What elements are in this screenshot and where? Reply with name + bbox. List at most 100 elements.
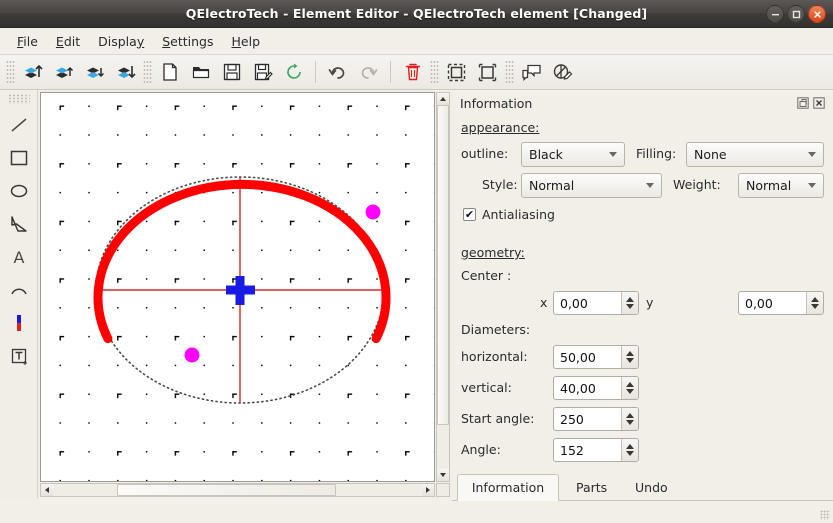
panel-header-buttons <box>796 97 825 110</box>
menu-bar: FFileile Edit Display Settings Help <box>0 28 833 55</box>
center-y-spin-buttons[interactable] <box>806 292 823 314</box>
center-y-value[interactable]: 0,00 <box>739 292 806 314</box>
vertical-label: vertical: <box>461 380 512 395</box>
text-tool[interactable]: A <box>3 240 35 273</box>
delete-icon[interactable] <box>397 58 428 87</box>
reload-icon[interactable] <box>278 58 309 87</box>
filling-select[interactable]: None <box>686 142 824 167</box>
tool-palette-grip[interactable] <box>7 94 30 104</box>
menu-display[interactable]: Display <box>89 31 153 52</box>
chevron-down-icon <box>646 183 654 188</box>
save-icon[interactable] <box>216 58 247 87</box>
menu-file[interactable]: FFileile <box>8 31 47 52</box>
rectangle-tool[interactable] <box>3 141 35 174</box>
tool-palette: A <box>0 90 38 499</box>
tab-undo[interactable]: Undo <box>624 474 679 501</box>
canvas-vertical-scrollbar[interactable] <box>436 92 450 482</box>
undock-icon[interactable] <box>796 97 809 110</box>
bring-to-front-icon[interactable] <box>17 58 48 87</box>
panel-close-icon[interactable] <box>812 97 825 110</box>
vertical-diameter-value[interactable]: 40,00 <box>554 377 621 399</box>
weight-label: Weight: <box>673 177 721 192</box>
angle-stepper[interactable]: 152 <box>553 438 639 462</box>
toolbar-separator-grip-1 <box>143 60 152 84</box>
toolbar-separator-2 <box>390 61 391 83</box>
textfield-tool[interactable] <box>3 339 35 372</box>
angle-label: Angle: <box>461 442 501 457</box>
horizontal-diameter-stepper[interactable]: 50,00 <box>553 345 639 369</box>
close-button[interactable] <box>808 5 826 23</box>
scrollbar-corner <box>436 483 450 497</box>
scroll-right-button[interactable] <box>422 484 434 496</box>
status-bar <box>452 501 833 523</box>
menu-settings[interactable]: Settings <box>153 31 222 52</box>
horizontal-scroll-thumb[interactable] <box>117 484 336 496</box>
element-properties-icon[interactable] <box>547 58 578 87</box>
line-tool[interactable] <box>3 108 35 141</box>
tab-parts[interactable]: Parts <box>565 474 618 501</box>
center-x-value[interactable]: 0,00 <box>554 292 621 314</box>
angle-value[interactable]: 152 <box>554 439 621 461</box>
lower-icon[interactable] <box>79 58 110 87</box>
arc-handle-end <box>184 347 200 363</box>
vertical-diameter-stepper[interactable]: 40,00 <box>553 376 639 400</box>
toolbar-grip[interactable] <box>6 60 15 84</box>
antialiasing-row[interactable]: ✔ Antialiasing <box>463 207 555 222</box>
vertical-scroll-thumb[interactable] <box>437 105 449 425</box>
menu-help[interactable]: Help <box>223 31 270 52</box>
select-all-icon[interactable] <box>441 58 472 87</box>
canvas-horizontal-scrollbar[interactable] <box>40 483 435 497</box>
outline-label: outline: <box>461 146 509 161</box>
filling-label: Filling: <box>636 146 677 161</box>
element-names-icon[interactable] <box>516 58 547 87</box>
ellipse-tool[interactable] <box>3 174 35 207</box>
menu-edit[interactable]: Edit <box>47 31 89 52</box>
redo-icon[interactable] <box>353 58 384 87</box>
raise-icon[interactable] <box>48 58 79 87</box>
center-x-stepper[interactable]: 0,00 <box>553 291 639 315</box>
center-x-spin-buttons[interactable] <box>621 292 638 314</box>
toolbar-separator-grip-3 <box>505 60 514 84</box>
start-angle-spin-buttons[interactable] <box>621 408 638 430</box>
polygon-tool[interactable] <box>3 207 35 240</box>
scroll-left-button[interactable] <box>41 484 53 496</box>
drawing-canvas[interactable] <box>40 92 435 482</box>
vertical-spin-buttons[interactable] <box>621 377 638 399</box>
center-label: Center : <box>461 268 512 283</box>
terminal-tool[interactable] <box>3 306 35 339</box>
maximize-button[interactable] <box>787 5 805 23</box>
window-controls <box>766 5 826 23</box>
minimize-button[interactable] <box>766 5 784 23</box>
start-angle-label: Start angle: <box>461 411 535 426</box>
scroll-down-button[interactable] <box>437 469 449 481</box>
arc-tool[interactable] <box>3 273 35 306</box>
start-angle-value[interactable]: 250 <box>554 408 621 430</box>
style-select[interactable]: Normal <box>521 173 662 198</box>
deselect-all-icon[interactable] <box>472 58 503 87</box>
undo-icon[interactable] <box>322 58 353 87</box>
weight-select[interactable]: Normal <box>738 173 824 198</box>
panel-tab-bar: Information Parts Undo <box>452 472 833 501</box>
angle-spin-buttons[interactable] <box>621 439 638 461</box>
open-icon[interactable] <box>185 58 216 87</box>
outline-select[interactable]: Black <box>521 142 625 167</box>
start-angle-stepper[interactable]: 250 <box>553 407 639 431</box>
save-as-icon[interactable] <box>247 58 278 87</box>
tab-information[interactable]: Information <box>457 474 559 501</box>
scroll-up-button[interactable] <box>437 93 449 105</box>
antialiasing-checkbox[interactable]: ✔ <box>463 208 476 221</box>
new-icon[interactable] <box>154 58 185 87</box>
horizontal-spin-buttons[interactable] <box>621 346 638 368</box>
toolbar-separator-1 <box>315 61 316 83</box>
send-to-back-icon[interactable] <box>110 58 141 87</box>
center-y-stepper[interactable]: 0,00 <box>738 291 824 315</box>
information-panel: Information appearance: outline: Black F… <box>452 90 833 523</box>
style-label: Style: <box>482 177 518 192</box>
chevron-down-icon <box>808 183 816 188</box>
geometry-heading: geometry: <box>461 245 525 260</box>
horizontal-diameter-value[interactable]: 50,00 <box>554 346 621 368</box>
element-editor-window: QElectroTech - Element Editor - QElectro… <box>0 0 833 523</box>
outline-value: Black <box>529 147 563 162</box>
arc-handle-start <box>365 204 381 220</box>
resize-grip[interactable] <box>820 510 830 520</box>
